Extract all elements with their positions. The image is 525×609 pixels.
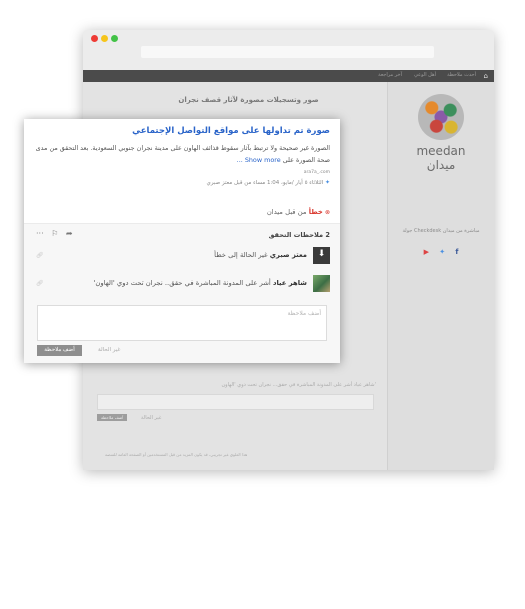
card-actions: ··· ⚐ ➦ — [36, 229, 78, 238]
report-description-text: الصورة غير صحيحة ولا ترتبط بآثار سقوط قذ… — [35, 144, 330, 164]
note-item: شاهر عياد أشر على المدونة المباشرة في حق… — [34, 275, 330, 295]
status-by: من قبل ميدان — [266, 208, 307, 216]
nav-item-1[interactable]: أحدث ملاحظة — [447, 72, 476, 78]
nav-item-3[interactable]: آخر مراجعة — [378, 72, 402, 78]
background-footer: هذا العلوي غير تجريبي، قد يكون المزيد من… — [105, 452, 248, 457]
maximize-window-button[interactable] — [111, 35, 118, 42]
report-card: صورة تم تداولها على مواقع التواصل الإجتم… — [24, 119, 340, 363]
minimize-window-button[interactable] — [101, 35, 108, 42]
background-change-status: غير الحالة — [141, 415, 162, 421]
report-source[interactable]: ara7a_.com — [304, 170, 330, 175]
error-icon: ⊗ — [324, 209, 330, 216]
meedan-logo[interactable] — [418, 94, 464, 140]
note-author[interactable]: شاهر عياد — [273, 279, 307, 287]
avatar: ⬇ — [313, 247, 330, 264]
avatar — [313, 275, 330, 292]
add-note-button[interactable]: أضف ملاحظة — [37, 345, 82, 356]
note-text: شاهر عياد أشر على المدونة المباشرة في حق… — [94, 279, 307, 287]
report-meta-text: الثلاثاء ٥ أيار /مايو، 1:04 مساء من قبل … — [206, 180, 324, 186]
note-input[interactable]: أضف ملاحظة — [37, 305, 327, 341]
report-title[interactable]: صورة تم تداولها على مواقع التواصل الإجتم… — [132, 126, 330, 136]
note-author[interactable]: معتز صبري — [270, 251, 307, 259]
link-icon[interactable]: 🔗︎ — [36, 252, 44, 259]
social-icons: ▶ ✦ f — [388, 248, 494, 256]
sidebar: meedan ميدان جولة Checkdesk مباشرة من مي… — [387, 82, 494, 470]
twitter-icon[interactable]: ✦ — [439, 248, 445, 256]
note-body: أشر على المدونة المباشرة في حقق.. نجران … — [93, 279, 271, 287]
background-add-button: أضف ملاحظة — [97, 414, 128, 421]
background-title: صور وتسجيلات مصورة لآثار قصف نجران — [178, 96, 319, 104]
youtube-icon[interactable]: ▶ — [424, 248, 429, 256]
share-icon[interactable]: ➦ — [66, 229, 73, 238]
note-input-placeholder: أضف ملاحظة — [287, 310, 321, 317]
logo-text-en: meedan — [416, 144, 466, 158]
report-description: الصورة غير صحيحة ولا ترتبط بآثار سقوط قذ… — [30, 142, 330, 166]
sidebar-description: جولة Checkdesk مباشرة من ميدان — [402, 228, 480, 234]
status-word: خطأ — [308, 208, 323, 216]
background-note: شاهر عياد أشر على المدونة المباشرة في حق… — [221, 382, 376, 388]
show-more-link[interactable]: Show more ... — [237, 156, 281, 164]
background-note-input — [97, 394, 374, 410]
nav-item-2[interactable]: أهل الوعي — [414, 72, 436, 78]
user-icon: ⬇ — [317, 249, 326, 259]
status-badge: ⊗ خطأ من قبل ميدان — [267, 208, 330, 216]
note-body: غير الحالة إلى خطأ — [214, 251, 268, 259]
address-bar[interactable] — [141, 46, 434, 58]
flag-icon[interactable]: ⚐ — [51, 229, 58, 238]
home-icon[interactable]: ⌂ — [484, 72, 488, 80]
notes-count: 2 ملاحظات التحقق — [268, 231, 330, 239]
more-icon[interactable]: ··· — [36, 229, 44, 238]
verification-notes: 2 ملاحظات التحقق ··· ⚐ ➦ ⬇ معتز صبري غير… — [24, 224, 340, 363]
site-nav-bar: ⌂ أحدث ملاحظة أهل الوعي آخر مراجعة — [83, 70, 494, 82]
browser-toolbar — [83, 30, 494, 70]
note-item: ⬇ معتز صبري غير الحالة إلى خطأ 🔗︎ — [34, 247, 330, 267]
logo-text-ar: ميدان — [426, 158, 456, 172]
change-status-link[interactable]: غير الحالة — [98, 347, 120, 353]
note-text: معتز صبري غير الحالة إلى خطأ — [214, 251, 307, 259]
link-icon[interactable]: 🔗︎ — [36, 280, 44, 287]
facebook-icon[interactable]: f — [455, 248, 458, 256]
close-window-button[interactable] — [91, 35, 98, 42]
twitter-icon: ✦ — [324, 179, 330, 186]
report-meta: ✦ الثلاثاء ٥ أيار /مايو، 1:04 مساء من قب… — [207, 179, 330, 186]
